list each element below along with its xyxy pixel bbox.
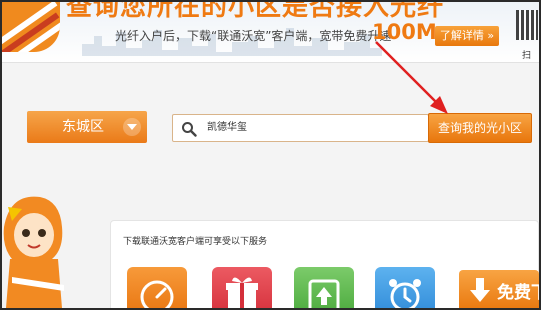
speedometer-icon — [140, 280, 174, 308]
mascot-illustration — [3, 196, 64, 308]
upload-icon — [308, 279, 340, 308]
search-icon — [182, 122, 197, 137]
community-search-input[interactable]: 凯德华玺 — [172, 114, 429, 142]
learn-more-button[interactable]: 了解详情 » — [435, 26, 499, 46]
alarm-clock-service-tile[interactable] — [375, 267, 435, 308]
free-download-label: 免费下 — [497, 283, 539, 303]
download-icon — [470, 278, 490, 302]
gift-icon — [226, 277, 258, 308]
district-dropdown[interactable]: 东城区 — [27, 111, 147, 143]
banner-subline: 光纤入户后，下载“联通沃宽”客户端，宽带免费升速 — [115, 29, 392, 43]
brand-logo — [2, 2, 60, 52]
speedometer-service-tile[interactable] — [127, 267, 187, 308]
search-input-value: 凯德华玺 — [207, 122, 247, 133]
banner-speed: 100M. — [372, 20, 445, 44]
query-community-button[interactable]: 查询我的光小区 — [428, 113, 532, 143]
qr-code — [516, 10, 538, 40]
services-title: 下载联通沃宽客户端可享受以下服务 — [123, 237, 268, 247]
free-download-button[interactable]: 免费下 — [459, 270, 539, 308]
app-window: 查询您所在的小区是否接入光纤 光纤入户后，下载“联通沃宽”客户端，宽带免费升速 … — [2, 2, 539, 308]
alarm-clock-icon — [389, 279, 421, 308]
promo-banner[interactable]: 查询您所在的小区是否接入光纤 光纤入户后，下载“联通沃宽”客户端，宽带免费升速 … — [2, 2, 539, 62]
gift-service-tile[interactable] — [212, 267, 272, 308]
search-section: 东城区 凯德华玺 查询我的光小区 — [2, 62, 539, 180]
chevron-down-icon[interactable] — [123, 118, 141, 136]
qr-caption: 扫一 — [522, 51, 532, 61]
district-dropdown-value: 东城区 — [62, 119, 104, 135]
upload-service-tile[interactable] — [294, 267, 354, 308]
